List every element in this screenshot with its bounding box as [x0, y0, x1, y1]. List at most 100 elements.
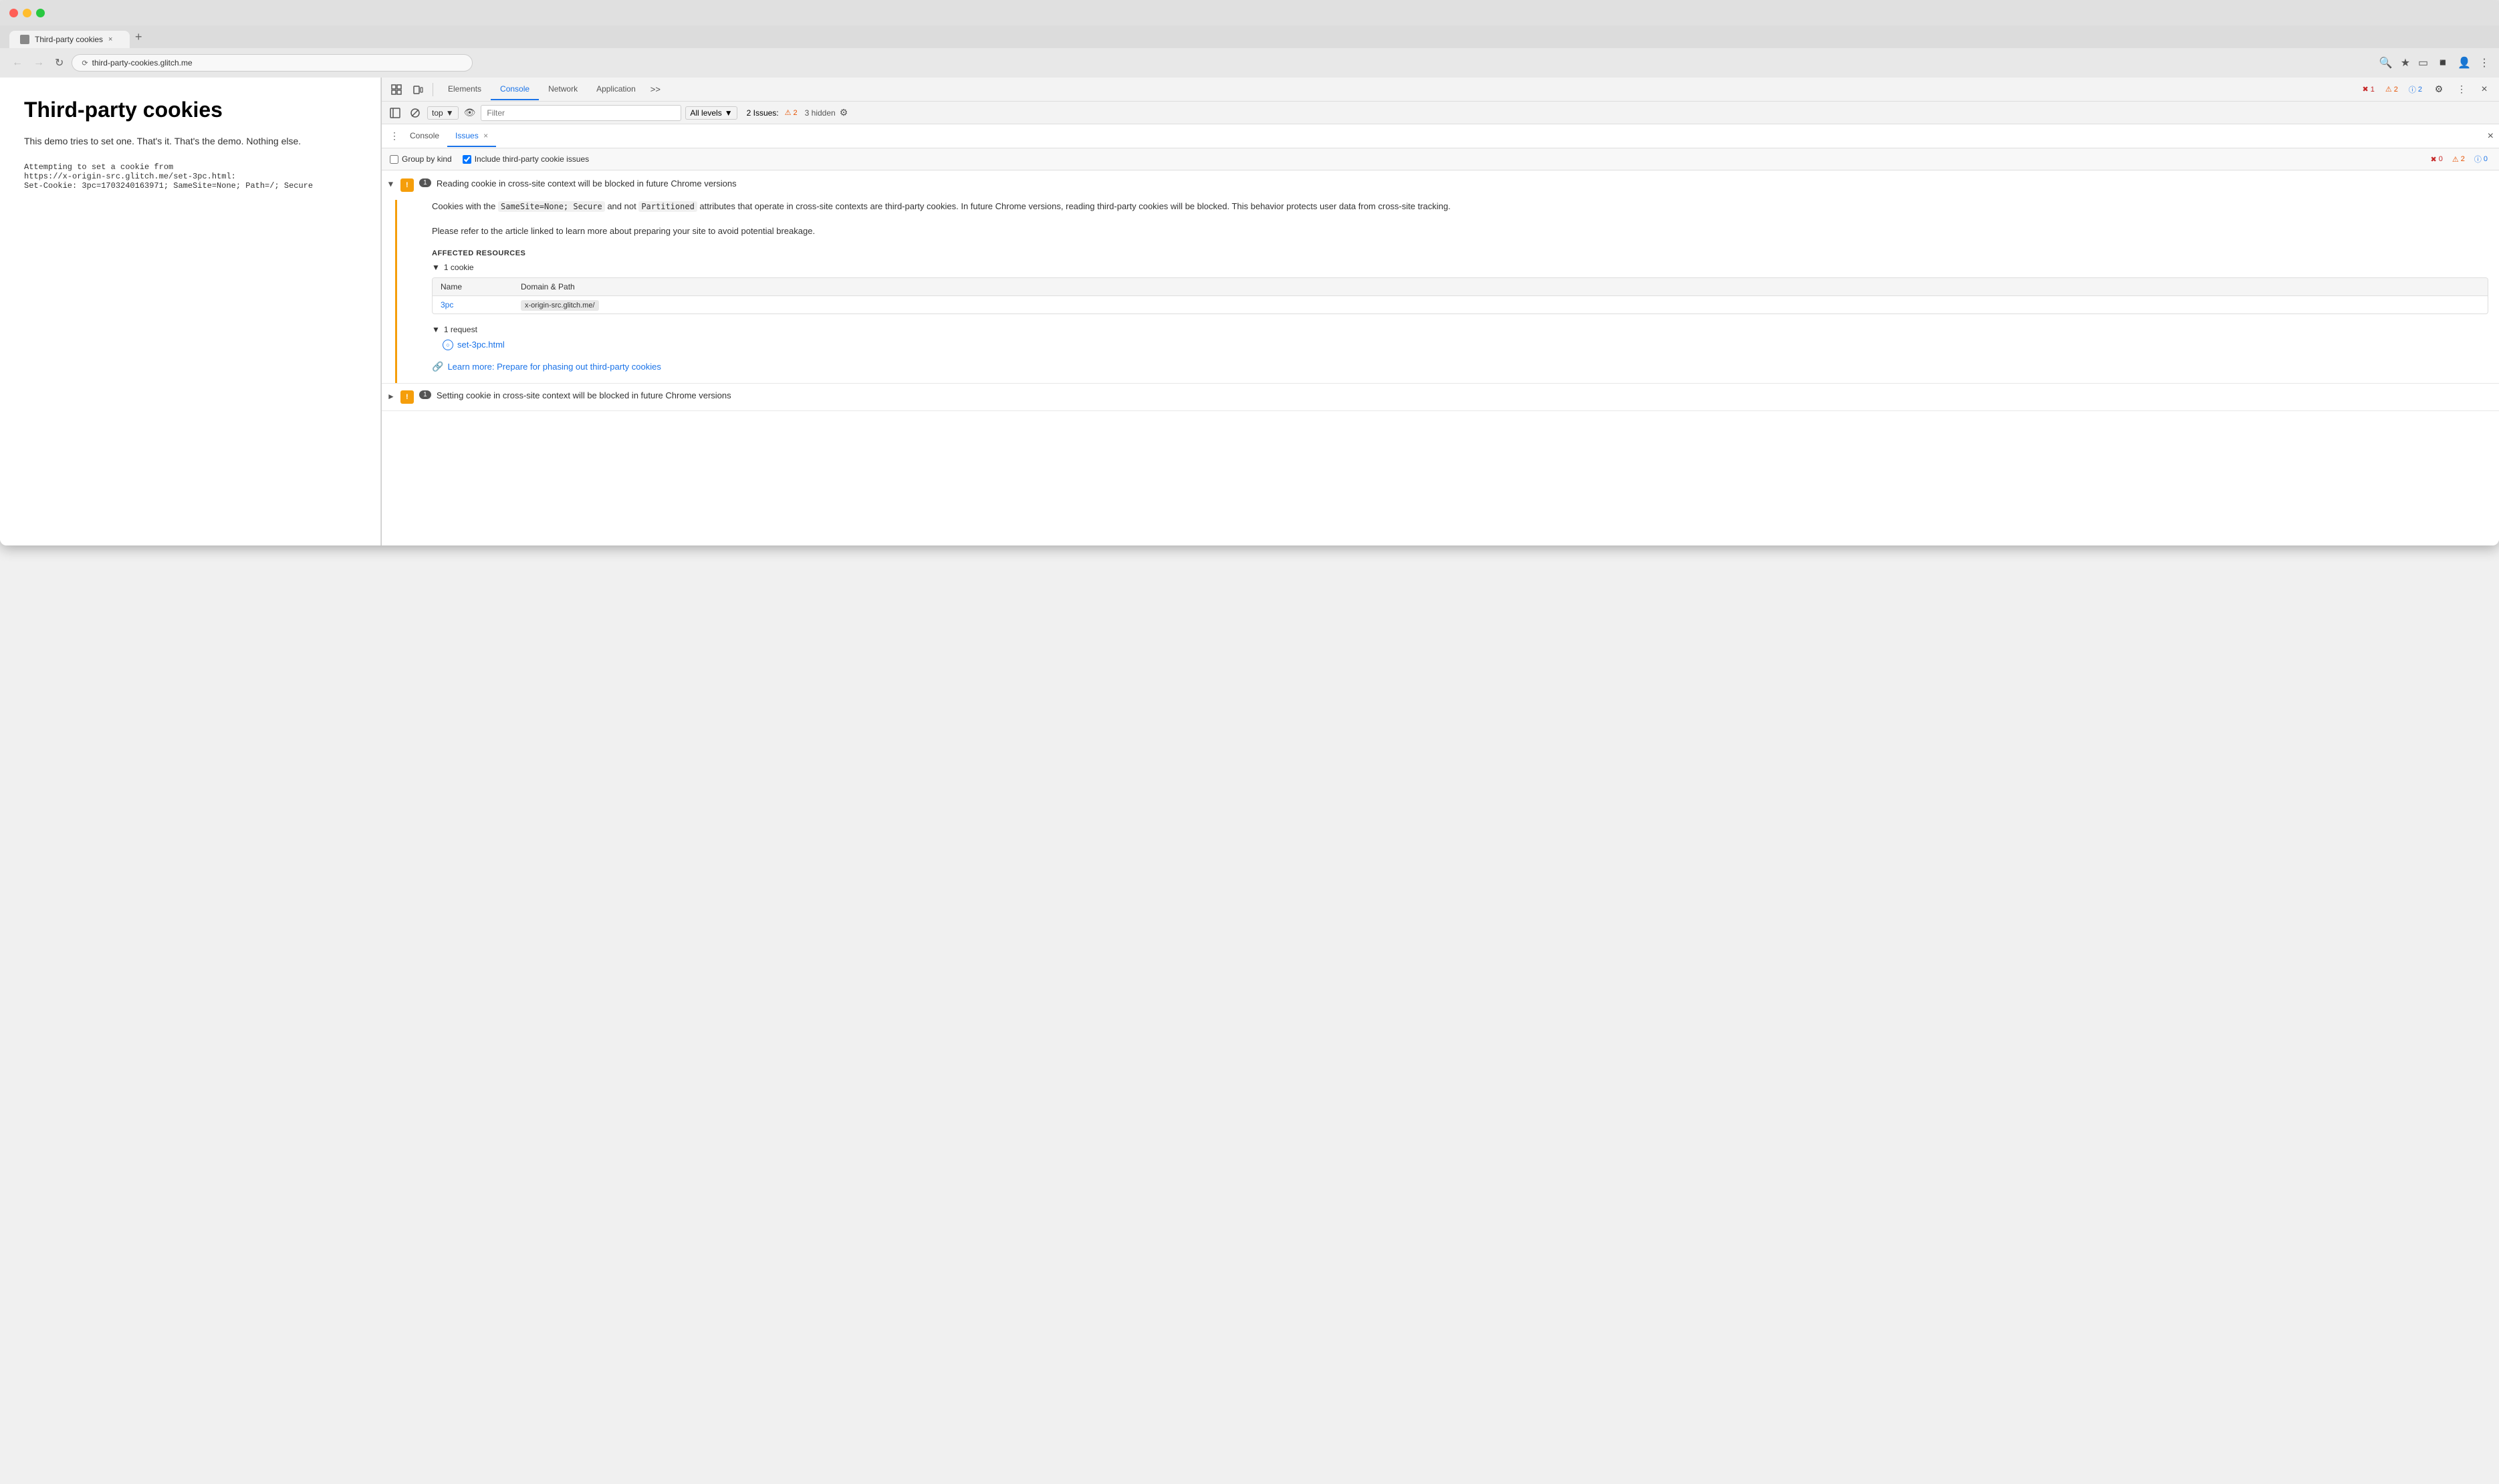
filter-input[interactable] [481, 105, 681, 121]
dropdown-arrow: ▼ [446, 108, 454, 118]
warning-icon: ⚠ [2385, 85, 2392, 94]
issues-list: ► ! 1 Reading cookie in cross-site conte… [382, 170, 2499, 545]
browser-toolbar-icons: 🔍 ★ ▭ ◾ 👤 ⋮ [2379, 56, 2490, 70]
page-title: Third-party cookies [24, 98, 356, 122]
issue-1-header[interactable]: ► ! 1 Reading cookie in cross-site conte… [382, 170, 2499, 200]
zoom-icon[interactable]: 🔍 [2379, 56, 2393, 70]
cookie-url: https://x-origin-src.glitch.me/set-3pc.h… [24, 172, 236, 181]
issues-subtab[interactable]: Issues × [447, 126, 496, 147]
reload-button[interactable]: ↻ [52, 53, 66, 72]
issue-1-description: Cookies with the SameSite=None; Secure a… [432, 200, 2488, 214]
issues-summary: 2 Issues: ⚠ 2 [747, 107, 801, 118]
col-header-domain: Domain & Path [513, 278, 2488, 295]
device-toolbar-icon[interactable] [408, 80, 427, 99]
cookie-table-header: Name Domain & Path [433, 278, 2488, 296]
more-options-icon[interactable]: ⋮ [2452, 80, 2471, 99]
address-text: third-party-cookies.glitch.me [92, 58, 193, 68]
issue-2-header[interactable]: ► ! 1 Setting cookie in cross-site conte… [382, 384, 2499, 410]
cookie-table-row: 3pc x-origin-src.glitch.me/ [433, 296, 2488, 314]
code-samesite: SameSite=None; Secure [498, 201, 605, 212]
tab-network[interactable]: Network [539, 79, 587, 100]
issues-tab-close[interactable]: × [483, 131, 488, 140]
issues-options-bar: Group by kind Include third-party cookie… [382, 148, 2499, 170]
attempting-label: Attempting to set a cookie from [24, 162, 173, 172]
bookmark-icon[interactable]: ★ [2401, 56, 2410, 70]
live-expressions-icon[interactable]: 👁 [463, 106, 477, 120]
error-badge: ✖ 1 [2359, 84, 2378, 95]
learn-more-link[interactable]: 🔗 Learn more: Prepare for phasing out th… [432, 361, 2488, 372]
tab-close-button[interactable]: × [108, 35, 112, 43]
issue-1-title: Reading cookie in cross-site context wil… [437, 178, 2491, 189]
address-input[interactable]: ⟳ third-party-cookies.glitch.me [72, 54, 473, 72]
request-group-arrow: ▼ [432, 325, 440, 334]
cookie-group-label: 1 cookie [444, 263, 474, 272]
issue-1-count: 1 [419, 178, 431, 187]
context-selector[interactable]: top ▼ [427, 106, 459, 120]
warning-badge: ⚠ 2 [2382, 84, 2401, 95]
group-by-kind-label[interactable]: Group by kind [390, 154, 452, 164]
title-bar [0, 0, 2499, 25]
tab-title: Third-party cookies [35, 35, 103, 44]
log-levels-dropdown[interactable]: All levels ▼ [685, 106, 737, 120]
tab-elements[interactable]: Elements [439, 79, 491, 100]
browser-window: Third-party cookies × + ← → ↻ ⟳ third-pa… [0, 0, 2499, 545]
group-by-kind-checkbox[interactable] [390, 155, 398, 164]
warning-issues-badge: ⚠ 2 [2449, 154, 2468, 165]
levels-arrow: ▼ [725, 108, 733, 118]
maximize-traffic-light[interactable] [36, 9, 45, 17]
include-third-party-label[interactable]: Include third-party cookie issues [463, 154, 589, 164]
cookie-group-header[interactable]: ▼ 1 cookie [432, 263, 2488, 272]
issue-1-arrow: ► [386, 180, 396, 189]
request-resource-group: ▼ 1 request ○ set-3pc.html [432, 325, 2488, 350]
new-tab-button[interactable]: + [130, 30, 148, 44]
extensions-icon[interactable]: ◾ [2436, 56, 2450, 70]
request-group-header[interactable]: ▼ 1 request [432, 325, 2488, 334]
cookie-name-link[interactable]: 3pc [441, 300, 453, 310]
sidebar-toggle-icon[interactable] [387, 105, 403, 121]
devtools-tabs: Elements Console Network Application >> [439, 79, 666, 100]
affected-resources-title: AFFECTED RESOURCES [432, 249, 2488, 257]
issue-2-title: Setting cookie in cross-site context wil… [437, 390, 2491, 400]
clear-console-icon[interactable] [407, 105, 423, 121]
cookie-domain-cell: x-origin-src.glitch.me/ [513, 296, 2488, 314]
info-badge: ⓘ 2 [2405, 83, 2425, 96]
tab-bar: Third-party cookies × + [0, 25, 2499, 48]
issue-1-warning-icon: ! [400, 178, 414, 192]
cookie-name-cell: 3pc [433, 296, 513, 314]
browser-tab[interactable]: Third-party cookies × [9, 31, 130, 48]
devtools-close-button[interactable]: × [2475, 80, 2494, 99]
menu-icon[interactable]: ⋮ [2479, 56, 2490, 70]
console-subtab[interactable]: Console [402, 126, 447, 147]
hidden-count: 3 hidden [805, 108, 836, 118]
page-content: Third-party cookies This demo tries to s… [0, 78, 381, 545]
inspect-element-icon[interactable] [387, 80, 406, 99]
traffic-lights [9, 9, 45, 17]
back-button[interactable]: ← [9, 54, 25, 72]
tab-console[interactable]: Console [491, 79, 539, 100]
close-traffic-light[interactable] [9, 9, 18, 17]
tab-application[interactable]: Application [587, 79, 645, 100]
issues-subtabs: ⋮ Console Issues × × [382, 124, 2499, 148]
minimize-traffic-light[interactable] [23, 9, 31, 17]
profile-icon[interactable]: 👤 [2458, 56, 2471, 70]
more-tabs-button[interactable]: >> [645, 84, 666, 94]
cookie-group-arrow: ▼ [432, 263, 440, 272]
subtabs-close-button[interactable]: × [2488, 130, 2494, 142]
issue-item-2: ► ! 1 Setting cookie in cross-site conte… [382, 384, 2499, 411]
devtools-toolbar2: top ▼ 👁 All levels ▼ 2 Issues: ⚠ 2 3 hid… [382, 102, 2499, 124]
devtools-panel: Elements Console Network Application >> … [381, 78, 2499, 545]
forward-button[interactable]: → [31, 54, 47, 72]
address-bar: ← → ↻ ⟳ third-party-cookies.glitch.me 🔍 … [0, 48, 2499, 78]
request-link[interactable]: ○ set-3pc.html [443, 340, 2488, 350]
external-link-icon: 🔗 [432, 361, 443, 372]
issue-item-1: ► ! 1 Reading cookie in cross-site conte… [382, 170, 2499, 384]
issues-settings-icon[interactable]: ⚙ [840, 107, 848, 118]
error-issues-badge: ✖ 0 [2427, 154, 2446, 165]
include-third-party-checkbox[interactable] [463, 155, 471, 164]
request-group-label: 1 request [444, 325, 477, 334]
col-header-name: Name [433, 278, 513, 295]
error-icon: ✖ [2363, 85, 2369, 94]
subtabs-more-icon[interactable]: ⋮ [387, 130, 402, 142]
settings-icon[interactable]: ⚙ [2429, 80, 2448, 99]
screenshot-icon[interactable]: ▭ [2418, 56, 2428, 70]
